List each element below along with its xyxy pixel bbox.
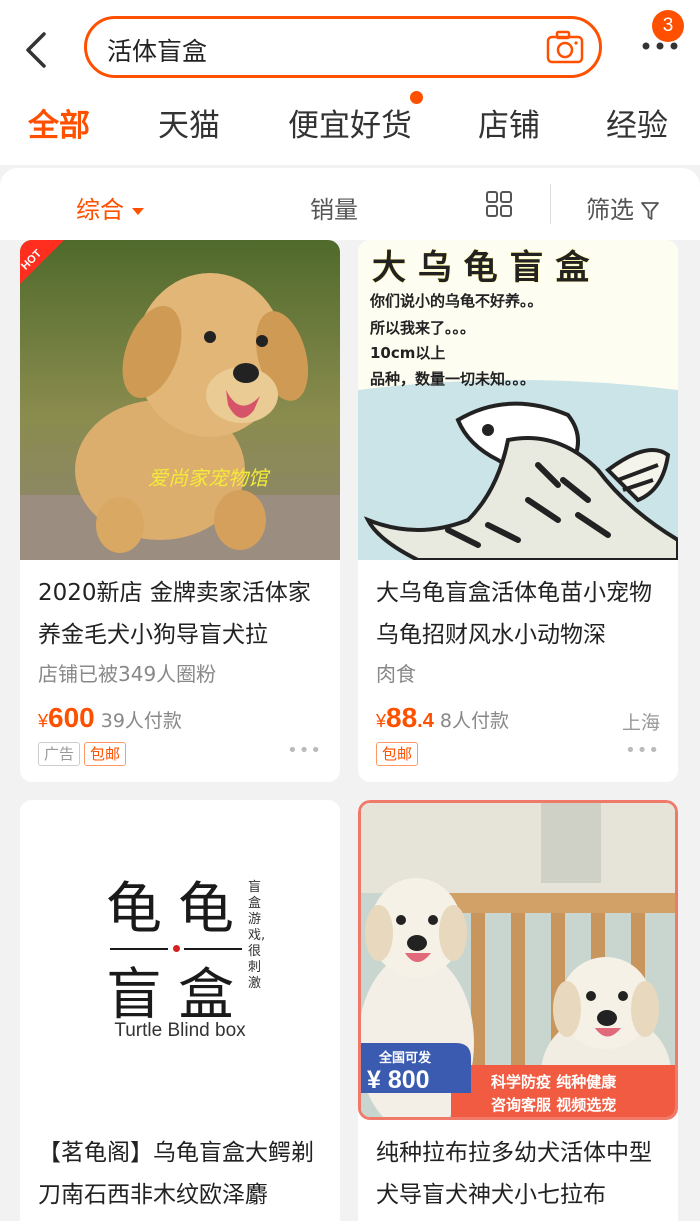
banner-line-2: 咨询客服 视频选宠 (491, 1096, 617, 1114)
logo-char-1: 龟 (106, 877, 162, 942)
price-value: 88 (386, 702, 418, 733)
product-image-golden-puppy: HOT 爱尚家宠物馆 (20, 240, 340, 560)
turtle-line-4: 品种，数量一切未知。。。 (370, 370, 536, 388)
banner-price: ¥ 800 (367, 1066, 430, 1094)
caret-down-icon (132, 207, 144, 215)
tab-experience[interactable]: 经验 (606, 100, 668, 145)
logo-red-dot (173, 945, 180, 952)
paid-count: 8人付款 (439, 710, 509, 732)
product-card[interactable]: 龟 龟 盲 盒 盲盒游戏,很刺激 Turtle Blind box 【茗龟阁】乌… (20, 800, 340, 1221)
tab-tmall[interactable]: 天猫 (158, 100, 220, 145)
nationwide-label: 全国可发 (379, 1051, 432, 1066)
logo-rule-right (184, 948, 242, 950)
grid-view-icon[interactable] (485, 190, 513, 218)
camera-icon[interactable] (545, 29, 585, 65)
banner-line-1: 科学防疫 纯种健康 (491, 1073, 617, 1091)
logo-english: Turtle Blind box (114, 1020, 246, 1041)
turtle-line-1: 你们说小的乌龟不好养。。 (370, 292, 543, 310)
product-title[interactable]: 【茗龟阁】乌龟盲盒大鳄剃刀南石西非木纹欧泽麝 (38, 1132, 328, 1216)
search-input[interactable]: 活体盲盒 (84, 16, 602, 78)
free-shipping-tag: 包邮 (376, 742, 419, 766)
more-options-icon[interactable]: ••• (625, 740, 660, 761)
logo-side-text: 盲盒游戏,很刺激 (248, 880, 266, 991)
logo-char-2: 龟 (178, 877, 234, 942)
paid-count: 39人付款 (100, 710, 182, 732)
back-arrow-icon[interactable] (18, 28, 58, 72)
price-value: 600 (48, 702, 95, 733)
product-card[interactable]: 全国可发 ¥ 800 科学防疫 纯种健康 咨询客服 视频选宠 纯种拉布拉多幼犬活… (358, 800, 678, 1221)
product-card[interactable]: HOT 爱尚家宠物馆 2020新店 金牌卖家活体家养金毛犬小狗导盲犬拉 店铺已被… (20, 240, 340, 782)
currency-symbol: ¥ (38, 711, 49, 731)
turtle-headline: 大 乌 龟 盲 盒 (372, 248, 590, 288)
notification-badge: 3 (652, 10, 684, 42)
sort-sales[interactable]: 销量 (310, 190, 358, 225)
ad-tag: 广告 (38, 742, 81, 766)
new-dot-indicator (410, 91, 423, 104)
product-image-turtle-logo: 龟 龟 盲 盒 盲盒游戏,很刺激 Turtle Blind box (20, 800, 340, 1120)
sort-bar: 综合 销量 筛选 (0, 168, 700, 240)
logo-char-4: 盒 (178, 963, 234, 1028)
sort-comprehensive[interactable]: 综合 (76, 190, 144, 225)
price-decimal: .4 (417, 710, 434, 732)
funnel-icon (641, 202, 659, 220)
seller-location: 上海 (621, 712, 660, 734)
free-shipping-tag: 包邮 (84, 742, 127, 766)
logo-rule-left (110, 948, 168, 950)
product-attribute: 肉食 (376, 662, 416, 686)
header: 活体盲盒 3 全部 天猫 便宜好货 店铺 经验 (0, 0, 700, 165)
product-image-labrador: 全国可发 ¥ 800 科学防疫 纯种健康 咨询客服 视频选宠 (358, 800, 678, 1120)
filter-label: 筛选 (586, 196, 634, 224)
filter-button[interactable]: 筛选 (586, 190, 660, 225)
turtle-line-3: 10cm以上 (370, 344, 446, 362)
image-watermark: 爱尚家宠物馆 (148, 466, 268, 490)
product-price: ¥88.4 8人付款 (376, 702, 509, 734)
tab-all[interactable]: 全部 (28, 100, 90, 145)
search-query: 活体盲盒 (107, 37, 208, 66)
product-title[interactable]: 2020新店 金牌卖家活体家养金毛犬小狗导盲犬拉 (38, 572, 328, 656)
product-price: ¥600 39人付款 (38, 702, 182, 734)
currency-symbol: ¥ (376, 711, 387, 731)
logo-char-3: 盲 (106, 963, 162, 1028)
shop-followers: 店铺已被349人圈粉 (38, 662, 217, 686)
divider (550, 184, 551, 224)
product-image-turtle: 大 乌 龟 盲 盒 你们说小的乌龟不好养。。 所以我来了。。。 10cm以上 品… (358, 240, 678, 560)
sort-comprehensive-label: 综合 (76, 196, 124, 224)
tab-cheap-goods[interactable]: 便宜好货 (288, 100, 412, 145)
product-card[interactable]: 大 乌 龟 盲 盒 你们说小的乌龟不好养。。 所以我来了。。。 10cm以上 品… (358, 240, 678, 782)
category-tabs: 全部 天猫 便宜好货 店铺 经验 (0, 96, 700, 152)
turtle-line-2: 所以我来了。。。 (370, 319, 476, 337)
product-title[interactable]: 纯种拉布拉多幼犬活体中型犬导盲犬神犬小七拉布 (376, 1132, 666, 1216)
product-title[interactable]: 大乌龟盲盒活体龟苗小宠物乌龟招财风水小动物深 (376, 572, 666, 656)
tab-shops[interactable]: 店铺 (478, 100, 540, 145)
more-options-icon[interactable]: ••• (287, 740, 322, 761)
